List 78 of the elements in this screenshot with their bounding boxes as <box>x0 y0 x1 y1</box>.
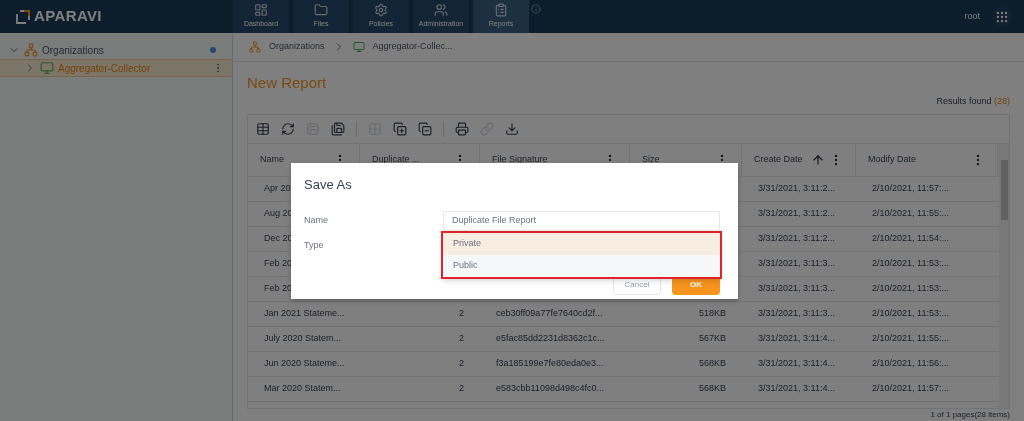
dashboard-icon <box>254 3 268 18</box>
date-cell-text: 2/10/2021, 11:55:... <box>872 206 949 220</box>
field-label: Type <box>304 239 325 252</box>
signature-cell-text: f3a185199e7fe80eda0e3... <box>496 356 604 370</box>
date-cell-text: 2/10/2021, 11:54:... <box>872 231 949 245</box>
gear-icon <box>374 3 388 18</box>
count-cell-text: 2 <box>459 331 464 345</box>
name-cell-text: Jan 2021 Stateme... <box>264 306 345 320</box>
column-header[interactable]: Create Date <box>742 143 856 176</box>
dropdown-option[interactable]: Private <box>443 233 720 255</box>
people-icon <box>434 3 448 18</box>
results-count: Results found (28) <box>936 95 1010 108</box>
name-cell-text: Apr 20 <box>264 181 291 195</box>
breadcrumb-link[interactable]: Aggregator-Collec... <box>372 40 453 54</box>
download-icon <box>505 121 519 136</box>
size-cell-text: 568KB <box>698 381 726 395</box>
date-cell-text: 3/31/2021, 3:11:2... <box>758 231 835 245</box>
date-cell-text: 2/10/2021, 11:53:... <box>872 306 949 320</box>
tree-item[interactable]: Organizations <box>0 41 232 59</box>
date-cell-text: 3/31/2021, 3:11:3... <box>758 256 835 270</box>
table-icon <box>256 121 270 136</box>
print-icon <box>455 121 469 136</box>
date-cell-text: 2/10/2021, 11:53:... <box>872 256 949 270</box>
date-cell-text: 3/31/2021, 3:11:4... <box>758 331 835 345</box>
copy-plus-button[interactable] <box>393 121 407 136</box>
name-cell-text: Jun 2020 Stateme... <box>264 356 345 370</box>
network-icon <box>249 41 261 53</box>
count-cell-text: 2 <box>459 306 464 320</box>
field-label: Name <box>304 214 329 228</box>
refresh-button[interactable] <box>281 121 295 136</box>
date-cell-text: 3/31/2021, 3:11:2... <box>758 181 835 195</box>
monitor-icon <box>352 41 365 53</box>
date-cell-text: 2/10/2021, 11:57:... <box>872 181 949 195</box>
name-field[interactable]: Duplicate File Report <box>443 211 720 231</box>
size-cell-text: 518KB <box>698 306 726 320</box>
dropdown-option[interactable]: Public <box>443 255 720 277</box>
grid-icon <box>995 9 1009 24</box>
download-button[interactable] <box>505 121 519 136</box>
network-icon <box>24 43 38 57</box>
dialog-title: Save As <box>304 177 353 193</box>
date-cell-text: 2/10/2021, 11:55:... <box>872 331 949 345</box>
print-button[interactable] <box>455 121 469 136</box>
breadcrumb-link[interactable]: Organizations <box>269 40 325 54</box>
date-cell-text: 3/31/2021, 3:11:3... <box>758 306 835 320</box>
name-cell-text: Mar 2020 Statem... <box>264 381 341 395</box>
user-name[interactable]: root <box>964 9 980 24</box>
count-cell-text: 2 <box>459 381 464 395</box>
count-cell-text: 2 <box>459 356 464 370</box>
size-cell-text: 567KB <box>698 331 726 345</box>
name-cell-text: July 2020 Statem... <box>264 331 342 345</box>
date-cell-text: 3/31/2021, 3:11:4... <box>758 356 835 370</box>
date-cell-text: 3/31/2021, 3:11:4... <box>758 381 835 395</box>
date-cell-text: 3/31/2021, 3:11:2... <box>758 206 835 220</box>
size-cell-text: 568KB <box>698 356 726 370</box>
logo-text: APARAVI <box>34 6 102 27</box>
save-as-icon <box>331 121 345 136</box>
date-cell-text: 2/10/2021, 11:53:... <box>872 281 949 295</box>
signature-cell-text: e583cbb11098d498c4fc0... <box>496 381 604 395</box>
table-button[interactable] <box>256 121 270 136</box>
monitor-icon <box>40 61 54 75</box>
pager-summary: 1 of 1 pages(28 items) <box>930 409 1010 420</box>
date-cell-text: 2/10/2021, 11:56:... <box>872 356 949 370</box>
copy-minus-button[interactable] <box>418 121 432 136</box>
clipboard-icon <box>494 3 508 18</box>
date-cell-text: 3/31/2021, 3:11:3... <box>758 281 835 295</box>
page-title: New Report <box>247 73 328 93</box>
apps-button[interactable] <box>992 6 1012 27</box>
folder-icon <box>314 3 328 18</box>
scrollbar[interactable] <box>999 143 1009 408</box>
date-cell-text: 2/10/2021, 11:57:... <box>872 381 949 395</box>
copy-minus-icon <box>418 121 432 136</box>
signature-cell-text: ceb30ff09a77fe7640cd2f... <box>496 306 603 320</box>
column-header[interactable]: Modify Date <box>856 143 998 176</box>
logo-icon <box>16 9 30 24</box>
save-as-button[interactable] <box>331 121 345 136</box>
signature-cell-text: e5fac85dd2231d8362c1c... <box>496 331 605 345</box>
copy-plus-icon <box>393 121 407 136</box>
refresh-icon <box>281 121 295 136</box>
